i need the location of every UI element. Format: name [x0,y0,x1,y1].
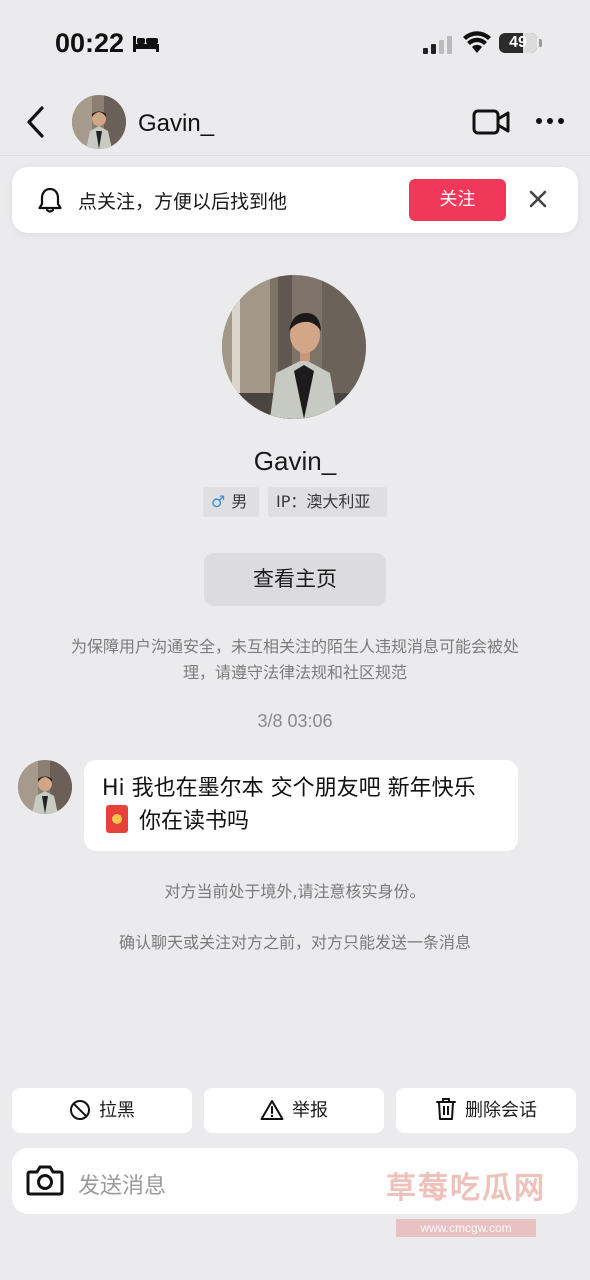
signal-icon [423,36,452,54]
battery-tip [539,39,542,47]
status-bar: 00:22 49 [0,0,590,88]
view-profile-button[interactable]: 查看主页 [204,553,386,606]
sender-avatar[interactable] [18,760,72,814]
message-input[interactable]: 发送消息 [78,1168,166,1200]
message-text-end: 你在读书吗 [132,809,249,834]
follow-prompt-text: 点关注，方便以后找到他 [78,191,288,213]
follow-button[interactable]: 关注 [409,179,506,221]
delete-conversation-button[interactable]: 删除会话 [396,1088,576,1133]
chat-username[interactable]: Gavin_ [138,110,214,138]
battery-percent: 49 [509,34,527,51]
follow-banner: 点关注，方便以后找到他 关注 [12,167,578,233]
bell-icon [38,187,62,213]
report-button[interactable]: 举报 [204,1088,384,1133]
chat-header: Gavin_ [0,88,590,156]
message-bubble[interactable]: Hi 我也在墨尔本 交个朋友吧 新年快乐 你在读书吗 [84,760,518,851]
avatar-photo [72,95,126,149]
sender-avatar-photo [18,760,72,814]
report-label: 举报 [292,1100,328,1121]
more-icon[interactable] [535,116,565,126]
red-packet-icon [106,805,128,833]
gender-label: 男 [231,492,248,511]
male-icon: ♂ [211,492,226,511]
profile-photo [222,275,366,419]
battery-icon: 49 [499,33,537,53]
warning-icon [260,1100,284,1120]
delete-label: 删除会话 [465,1100,537,1121]
message-text: Hi 我也在墨尔本 交个朋友吧 新年快乐 [102,776,476,801]
close-icon[interactable] [528,189,548,209]
wifi-icon [463,31,491,53]
back-icon[interactable] [22,104,52,140]
block-label: 拉黑 [99,1100,135,1121]
safety-notice: 为保障用户沟通安全，未互相关注的陌生人违规消息可能会被处理，请遵守法律法规和社区… [70,637,519,682]
system-message-limit: 确认聊天或关注对方之前，对方只能发送一条消息 [118,933,471,952]
profile-avatar[interactable] [222,275,366,419]
profile-name: Gavin_ [253,446,337,476]
avatar[interactable] [72,95,126,149]
gender-tag: ♂ 男 [203,487,259,517]
block-icon [70,1100,90,1120]
bed-icon [133,36,159,52]
message-timestamp: 3/8 03:06 [257,711,333,731]
video-call-icon[interactable] [472,108,510,136]
block-button[interactable]: 拉黑 [12,1088,192,1133]
message-input-bar[interactable]: 发送消息 草莓吃瓜网 [12,1148,578,1214]
trash-icon [436,1098,456,1120]
camera-icon[interactable] [26,1162,64,1198]
watermark-url: www.cmcgw.com [396,1219,536,1237]
status-time: 00:22 [55,28,125,58]
ip-location-tag: IP：澳大利亚 [268,487,387,517]
system-message-overseas: 对方当前处于境外,请注意核实身份。 [164,882,426,901]
watermark-text: 草莓吃瓜网 [386,1171,546,1206]
